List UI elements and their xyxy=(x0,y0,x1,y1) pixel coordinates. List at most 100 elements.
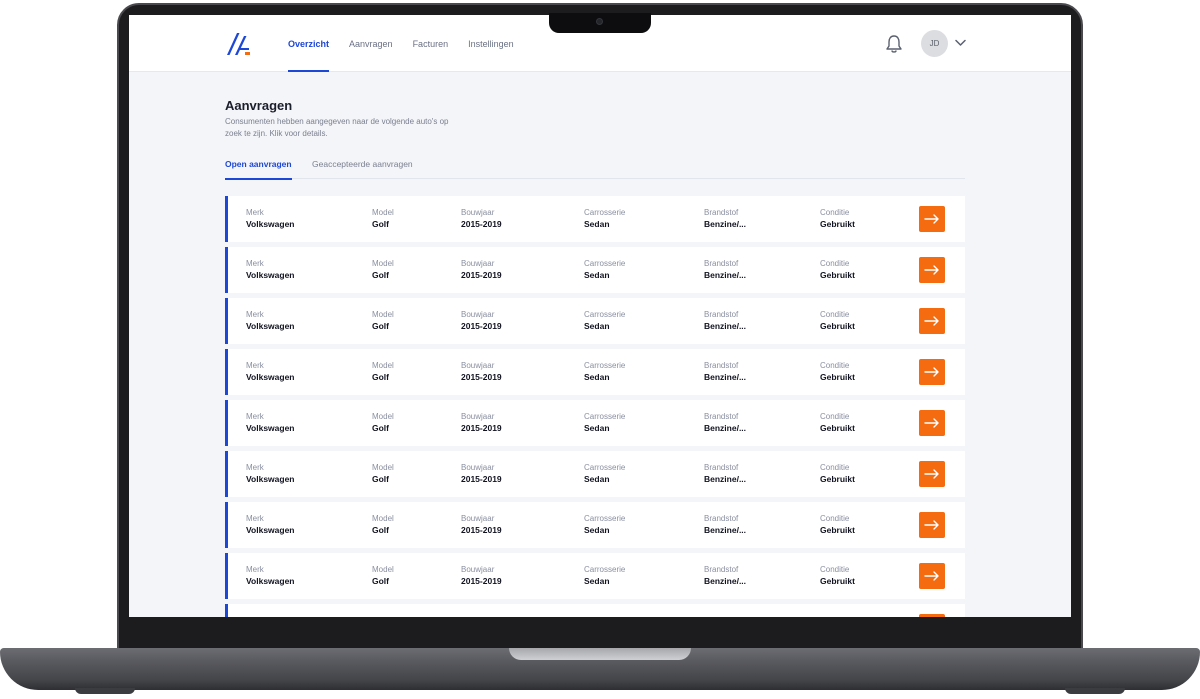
laptop-base xyxy=(0,648,1200,690)
cell-label: Carrosserie xyxy=(584,514,626,523)
cell-merk: Merk Volkswagen xyxy=(246,463,295,484)
cell-merk: Merk Volkswagen xyxy=(246,208,295,229)
cell-value: Benzine/... xyxy=(704,525,747,535)
cell-brandstof: Brandstof Benzine/... xyxy=(704,208,746,229)
cell-label: Conditie xyxy=(820,208,850,217)
cell-value: Gebruikt xyxy=(820,270,855,280)
cell-label: Bouwjaar xyxy=(461,208,495,217)
cell-model: Model Golf xyxy=(372,208,394,229)
cell-value: Sedan xyxy=(584,576,610,586)
cell-bouwjaar: Bouwjaar 2015-2019 xyxy=(461,565,502,586)
request-row[interactable]: Merk Volkswagen Model Golf Bouwjaar 2015-2019… xyxy=(225,502,965,548)
cell-model: Model Golf xyxy=(372,565,394,586)
cell-value: Gebruikt xyxy=(820,576,855,586)
cell-conditie: Conditie Gebruikt xyxy=(820,514,855,535)
cell-merk: Merk Volkswagen xyxy=(246,514,295,535)
cell-value: Benzine/... xyxy=(704,270,747,280)
request-row[interactable]: Merk Volkswagen Model Golf Bouwjaar 2015-2019… xyxy=(225,553,965,599)
tab-geaccepteerde-aanvragen[interactable]: Geaccepteerde aanvragen xyxy=(312,159,413,179)
request-row[interactable]: Merk Volkswagen Model Golf Bouwjaar 2015-2019… xyxy=(225,400,965,446)
cell-value: Sedan xyxy=(584,474,610,484)
cell-value: Gebruikt xyxy=(820,321,855,331)
cell-label: Brandstof xyxy=(704,310,739,319)
cell-merk: Merk Volkswagen xyxy=(246,361,295,382)
nav-item-instellingen[interactable]: Instellingen xyxy=(468,15,514,72)
cell-value: Benzine/... xyxy=(704,372,747,382)
cell-label: Brandstof xyxy=(704,463,739,472)
cell-label: Bouwjaar xyxy=(461,514,495,523)
cell-value: Sedan xyxy=(584,423,610,433)
arrow-right-icon xyxy=(924,367,940,377)
page-title: Aanvragen xyxy=(225,98,293,113)
open-request-button[interactable] xyxy=(919,206,945,232)
cell-label: Model xyxy=(372,514,394,523)
laptop-foot-left xyxy=(75,688,135,694)
open-request-button[interactable] xyxy=(919,461,945,487)
cell-label: Brandstof xyxy=(704,208,739,217)
nav-item-aanvragen[interactable]: Aanvragen xyxy=(349,15,393,72)
request-row[interactable]: Merk Volkswagen Model Golf Bouwjaar 2015-2019… xyxy=(225,451,965,497)
cell-bouwjaar: Bouwjaar 2015-2019 xyxy=(461,514,502,535)
cell-label: Conditie xyxy=(820,361,850,370)
cell-label: Carrosserie xyxy=(584,565,626,574)
open-request-button[interactable] xyxy=(919,614,945,617)
cell-value: Benzine/... xyxy=(704,474,747,484)
avatar[interactable]: JD xyxy=(921,30,948,57)
cell-label: Conditie xyxy=(820,412,850,421)
cell-value: Volkswagen xyxy=(246,576,295,586)
cell-label: Carrosserie xyxy=(584,463,626,472)
cell-value: 2015-2019 xyxy=(461,576,502,586)
request-row[interactable]: Merk Volkswagen Model Golf Bouwjaar 2015-2019… xyxy=(225,349,965,395)
tab-open-aanvragen[interactable]: Open aanvragen xyxy=(225,159,292,180)
open-request-button[interactable] xyxy=(919,257,945,283)
cell-bouwjaar: Bouwjaar 2015-2019 xyxy=(461,361,502,382)
nav-item-overzicht[interactable]: Overzicht xyxy=(288,15,330,72)
cell-model: Model Golf xyxy=(372,463,394,484)
cell-label: Conditie xyxy=(820,565,850,574)
request-row[interactable]: Merk Volkswagen Model Golf Bouwjaar 2015-2019… xyxy=(225,247,965,293)
open-request-button[interactable] xyxy=(919,563,945,589)
cell-value: Golf xyxy=(372,474,389,484)
cell-bouwjaar: Bouwjaar 2015-2019 xyxy=(461,412,502,433)
cell-value: Gebruikt xyxy=(820,525,855,535)
open-request-button[interactable] xyxy=(919,359,945,385)
cell-merk: Merk Volkswagen xyxy=(246,565,295,586)
cell-label: Model xyxy=(372,565,394,574)
cell-label: Model xyxy=(372,463,394,472)
nav-item-facturen[interactable]: Facturen xyxy=(413,15,449,72)
arrow-right-icon xyxy=(924,316,940,326)
open-request-button[interactable] xyxy=(919,410,945,436)
cell-model: Model Golf xyxy=(372,259,394,280)
cell-value: Golf xyxy=(372,525,389,535)
cell-bouwjaar: Bouwjaar 2015-2019 xyxy=(461,259,502,280)
cell-label: Merk xyxy=(246,259,264,268)
chevron-down-icon[interactable] xyxy=(955,39,966,47)
cell-brandstof: Brandstof Benzine/... xyxy=(704,361,746,382)
cell-value: Volkswagen xyxy=(246,474,295,484)
cell-label: Model xyxy=(372,208,394,217)
cell-value: Benzine/... xyxy=(704,576,747,586)
brand-logo-icon[interactable] xyxy=(225,32,251,56)
request-row-partial[interactable] xyxy=(225,604,965,617)
cell-conditie: Conditie Gebruikt xyxy=(820,565,855,586)
cell-model: Model Golf xyxy=(372,310,394,331)
cell-carrosserie: Carrosserie Sedan xyxy=(584,361,625,382)
request-row[interactable]: Merk Volkswagen Model Golf Bouwjaar 2015-2019… xyxy=(225,196,965,242)
cell-conditie: Conditie Gebruikt xyxy=(820,310,855,331)
cell-label: Bouwjaar xyxy=(461,463,495,472)
request-row[interactable]: Merk Volkswagen Model Golf Bouwjaar 2015-2019… xyxy=(225,298,965,344)
cell-brandstof: Brandstof Benzine/... xyxy=(704,565,746,586)
open-request-button[interactable] xyxy=(919,512,945,538)
cell-carrosserie: Carrosserie Sedan xyxy=(584,463,625,484)
cell-label: Conditie xyxy=(820,310,850,319)
cell-value: 2015-2019 xyxy=(461,372,502,382)
cell-model: Model Golf xyxy=(372,361,394,382)
cell-value: 2015-2019 xyxy=(461,219,502,229)
cell-label: Merk xyxy=(246,361,264,370)
cell-value: Volkswagen xyxy=(246,219,295,229)
open-request-button[interactable] xyxy=(919,308,945,334)
cell-conditie: Conditie Gebruikt xyxy=(820,208,855,229)
cell-brandstof: Brandstof Benzine/... xyxy=(704,514,746,535)
bell-icon[interactable] xyxy=(885,34,903,54)
cell-value: Sedan xyxy=(584,372,610,382)
